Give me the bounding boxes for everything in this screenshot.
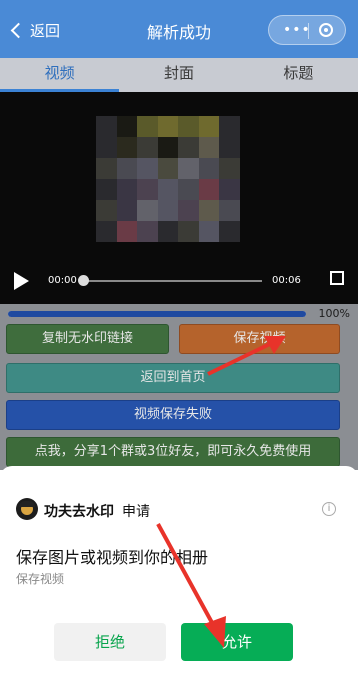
seek-track[interactable] bbox=[84, 280, 262, 282]
capsule-divider bbox=[308, 23, 309, 39]
video-frame-pixelated bbox=[96, 116, 240, 242]
annotation-arrow-icon bbox=[207, 336, 286, 376]
app-name-text: 功夫去水印 bbox=[44, 504, 114, 520]
nav-bar: 返回 解析成功 ••• bbox=[0, 0, 358, 58]
seek-knob[interactable] bbox=[78, 275, 89, 286]
tab-cover[interactable]: 封面 bbox=[119, 58, 238, 92]
tab-title[interactable]: 标题 bbox=[239, 58, 358, 92]
play-icon[interactable] bbox=[14, 272, 29, 290]
annotation-arrow-icon bbox=[156, 523, 226, 648]
permission-scope: 保存视频 bbox=[16, 572, 65, 586]
app-avatar-icon bbox=[16, 498, 38, 520]
video-player[interactable]: 00:00 00:06 bbox=[0, 92, 358, 304]
download-progress-label: 100% bbox=[318, 307, 350, 320]
tab-bar: 视频 封面 标题 bbox=[0, 58, 358, 92]
duration: 00:06 bbox=[272, 275, 301, 286]
app-name: 功夫去水印 申请 bbox=[44, 501, 150, 521]
request-text: 申请 bbox=[122, 504, 150, 520]
share-button[interactable]: 点我，分享1个群或3位好友，即可永久免费使用 bbox=[6, 437, 340, 467]
close-circle-icon[interactable] bbox=[319, 23, 333, 37]
download-progress-fill bbox=[8, 311, 306, 317]
save-failed-button[interactable]: 视频保存失败 bbox=[6, 400, 340, 430]
current-time: 00:00 bbox=[48, 275, 77, 286]
mini-program-capsule: ••• bbox=[268, 15, 346, 45]
download-progress-bar bbox=[8, 311, 306, 317]
more-dots-icon[interactable]: ••• bbox=[283, 23, 311, 37]
tab-video[interactable]: 视频 bbox=[0, 58, 120, 92]
action-panel: 100% 复制无水印链接 保存视频 返回到首页 视频保存失败 点我，分享1个群或… bbox=[0, 304, 358, 470]
copy-link-button[interactable]: 复制无水印链接 bbox=[6, 324, 169, 354]
player-controls: 00:00 00:06 bbox=[0, 260, 358, 300]
fullscreen-icon[interactable] bbox=[330, 271, 344, 285]
info-icon[interactable]: i bbox=[322, 502, 336, 516]
